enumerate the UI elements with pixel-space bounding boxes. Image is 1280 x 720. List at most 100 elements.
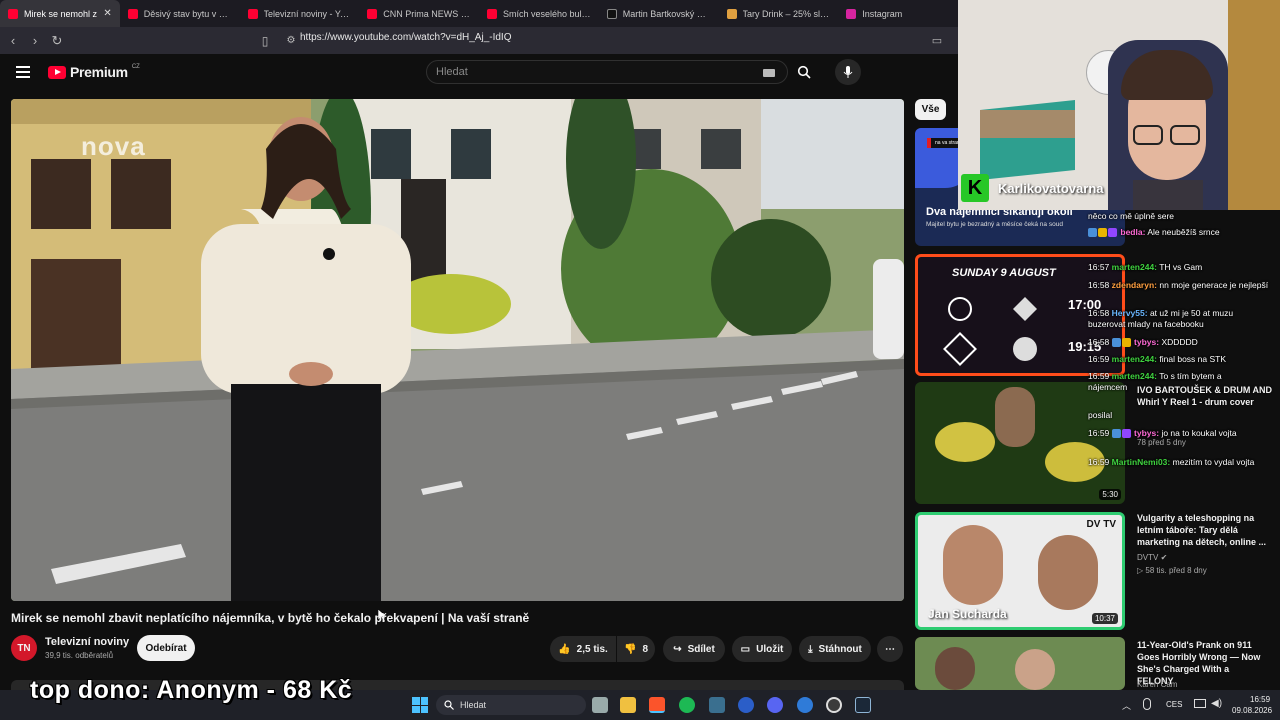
browser-tab[interactable]: Děsivý stav bytu v Karviné <box>120 0 240 27</box>
search-icon <box>797 65 811 79</box>
tray-chevron-icon[interactable]: ︿ <box>1122 699 1131 712</box>
tab-title: Instagram <box>862 8 903 19</box>
download-label: Stáhnout <box>818 643 862 655</box>
clock-date[interactable]: 09.08.2026 <box>1232 706 1272 715</box>
chat-message: 16:59 MartinNemi03: mezitím to vydal voj… <box>1088 457 1268 468</box>
task-view-icon[interactable] <box>592 697 608 713</box>
tab-title: Televizní noviny - YouTub <box>263 8 352 19</box>
channel-name[interactable]: Karen Cam <box>1137 680 1177 689</box>
browser-tab[interactable]: Mirek se nemohl z ✕ <box>0 0 120 27</box>
reader-view-icon[interactable]: ▭ <box>926 30 948 52</box>
dislike-button[interactable]: 👎 8 <box>617 636 655 662</box>
search-input[interactable] <box>426 60 788 84</box>
chat-badge-icon <box>1111 338 1121 348</box>
search-button[interactable] <box>789 60 819 84</box>
team-logo-icon <box>943 332 977 366</box>
share-label: Sdílet <box>687 643 715 655</box>
chat-message: 16:58 tybys: XDDDDD <box>1088 337 1198 348</box>
subscribe-button[interactable]: Odebírat <box>137 635 195 661</box>
keyboard-icon[interactable] <box>763 69 775 77</box>
youtube-logo[interactable]: Premium CZ <box>48 64 140 80</box>
brave-browser-icon[interactable] <box>649 697 665 713</box>
download-button[interactable]: ⤓ Stáhnout <box>799 636 871 662</box>
recommended-video-title[interactable]: Vulgarity a teleshopping na letním táboř… <box>1137 512 1277 548</box>
youtube-play-icon <box>48 65 66 79</box>
more-actions-button[interactable]: ⋯ <box>877 636 903 662</box>
chat-user: MartinNemi03: <box>1111 457 1171 467</box>
close-tab-icon[interactable]: ✕ <box>103 8 111 19</box>
channel-name[interactable]: DVTV ✔ <box>1137 553 1167 562</box>
browser-tab[interactable]: Tary Drink – 25% sleva na <box>719 0 839 27</box>
chat-text: nn moje generace je nejlepší <box>1159 280 1269 290</box>
chat-user: tybys: <box>1134 337 1160 347</box>
address-bar[interactable]: https://www.youtube.com/watch?v=dH_Aj_-I… <box>300 32 512 43</box>
chat-text: Ale neuběžíš srnce <box>1147 227 1220 237</box>
thumbs-up-icon: 👍 <box>558 643 571 655</box>
browser-tab[interactable]: Smích veselého buldozer <box>479 0 599 27</box>
ccleaner-icon[interactable] <box>797 697 813 713</box>
like-button[interactable]: 👍 2,5 tis. <box>550 636 616 662</box>
ccleaner-icon[interactable] <box>738 697 754 713</box>
chat-message: posilal <box>1088 410 1112 421</box>
recommended-video-thumbnail[interactable]: 5:30 <box>915 382 1125 504</box>
chat-text: posilal <box>1088 410 1113 420</box>
taskbar-search[interactable]: Hledat <box>436 695 586 715</box>
save-button[interactable]: ▭ Uložit <box>732 636 792 662</box>
discord-icon[interactable] <box>767 697 783 713</box>
network-icon[interactable] <box>1194 699 1206 708</box>
editor-icon[interactable] <box>709 697 725 713</box>
language-indicator[interactable]: CES <box>1166 700 1182 709</box>
video-meta: ▷ 58 tis. před 8 dny <box>1137 566 1207 575</box>
chat-time: 16:58 <box>1088 308 1110 318</box>
chat-message: 16:58 zdendaryn: nn moje generace je nej… <box>1088 280 1268 291</box>
video-player[interactable]: nova <box>11 99 904 601</box>
file-explorer-icon[interactable] <box>620 697 636 713</box>
channel-name[interactable]: Televizní noviny <box>45 636 129 648</box>
start-button[interactable] <box>412 697 428 713</box>
filter-chip-all[interactable]: Vše <box>915 99 946 120</box>
obs-icon[interactable] <box>826 697 842 713</box>
youtube-favicon-icon <box>247 8 258 19</box>
donation-overlay: top dono: Anonym - 68 Kč <box>30 676 353 704</box>
video-title-line: Whirl Y Reel 1 - drum cover <box>1137 397 1254 407</box>
tab-title: Smích veselého buldozer <box>503 8 591 19</box>
spotify-icon[interactable] <box>679 697 695 713</box>
share-button[interactable]: ↪ Sdílet <box>663 636 725 662</box>
verified-icon: ✔ <box>1160 553 1168 562</box>
video-title: Mirek se nemohl zbavit neplatícího nájem… <box>11 611 530 625</box>
browser-tab-strip: Mirek se nemohl z ✕ Děsivý stav bytu v K… <box>0 0 958 27</box>
dislike-count: 8 <box>642 643 648 655</box>
chat-message: 16:57 marten244: TH vs Gam <box>1088 262 1202 273</box>
region-code: CZ <box>131 64 140 70</box>
browser-tab[interactable]: CNN Prima NEWS - YouTu <box>359 0 479 27</box>
forward-icon[interactable]: › <box>24 30 46 52</box>
steam-icon[interactable] <box>855 697 871 713</box>
chat-text: něco co mě úplně sere <box>1088 211 1174 221</box>
chat-user: marten244: <box>1111 354 1158 364</box>
browser-tab[interactable]: Instagram <box>838 0 958 27</box>
clock-time[interactable]: 16:59 <box>1250 695 1270 704</box>
site-settings-icon[interactable]: ⚙ <box>280 30 302 52</box>
reload-icon[interactable]: ↻ <box>46 30 68 52</box>
browser-tab[interactable]: Televizní noviny - YouTub <box>240 0 360 27</box>
streamer-logo: K <box>961 174 989 202</box>
like-count: 2,5 tis. <box>576 643 608 655</box>
volume-icon[interactable]: ◀) <box>1211 698 1222 709</box>
browser-tab[interactable]: Martin Bartkovský on X: " <box>599 0 719 27</box>
channel-avatar[interactable]: TN <box>11 635 37 661</box>
menu-icon[interactable] <box>16 66 30 78</box>
microphone-tray-icon[interactable] <box>1143 698 1151 710</box>
bookmark-icon[interactable]: ▯ <box>254 30 276 52</box>
back-icon[interactable]: ‹ <box>2 30 24 52</box>
save-label: Uložit <box>756 643 784 655</box>
chat-badge-icon <box>1121 429 1131 439</box>
youtube-favicon-icon <box>8 8 18 19</box>
voice-search-button[interactable] <box>835 59 861 85</box>
share-icon: ↪ <box>673 643 682 655</box>
recommended-video-thumbnail[interactable]: DV TV Jan Sucharda 10:37 <box>915 512 1125 630</box>
youtube-favicon-icon <box>487 8 497 19</box>
video-frame <box>11 99 904 601</box>
thumbnail-overlay-title: Jan Sucharda <box>928 607 1007 621</box>
recommended-video-thumbnail[interactable] <box>915 637 1125 690</box>
chat-badge-icon <box>1098 228 1107 238</box>
